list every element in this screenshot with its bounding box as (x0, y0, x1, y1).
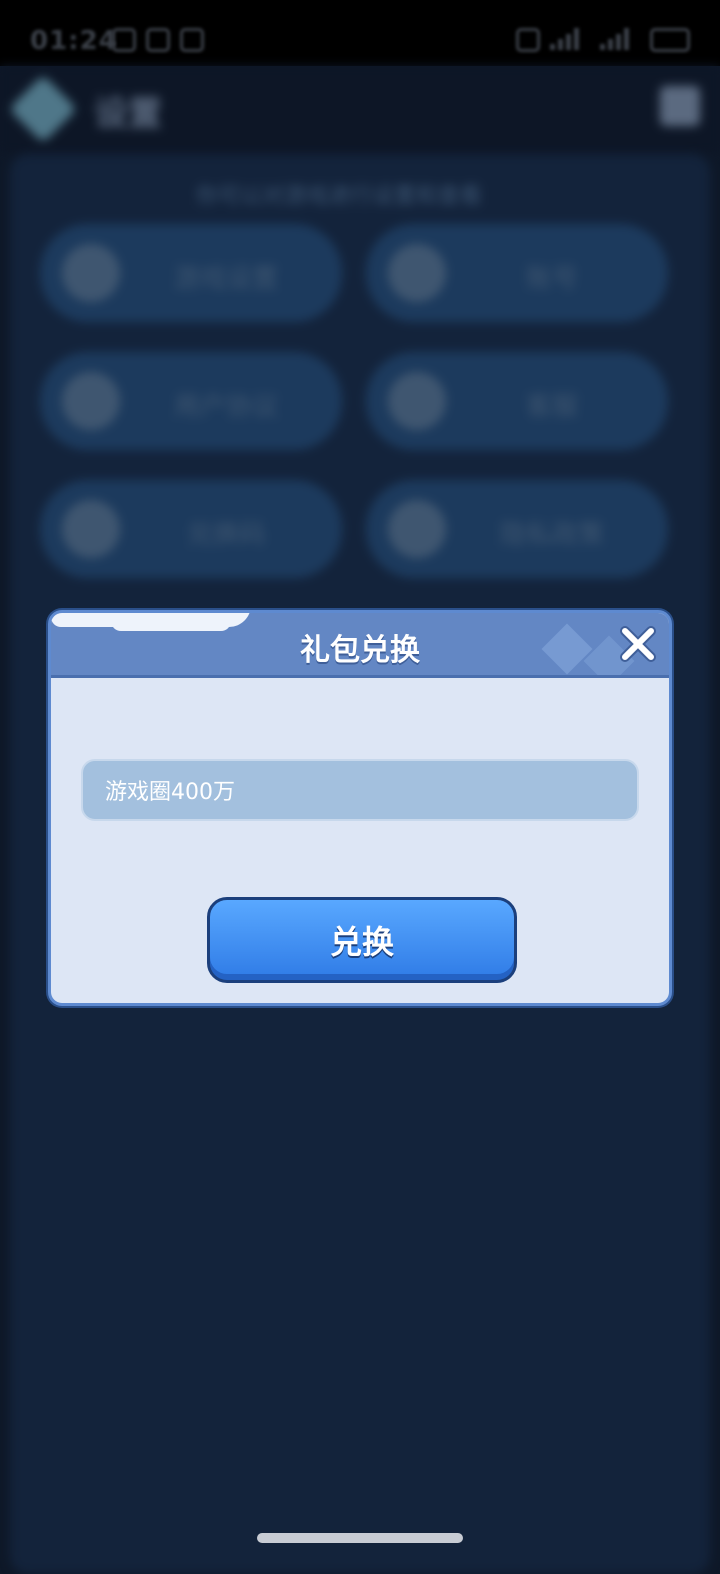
settings-logo-icon (8, 74, 78, 144)
tile-user-agreement: 用户协议 (40, 352, 342, 450)
redeem-code-input[interactable]: 游戏圈400万 (81, 759, 639, 821)
app-notification-icon (146, 28, 170, 52)
tile-redeem-code: 兑换码 (40, 480, 342, 578)
settings-header: 设置 (0, 66, 720, 152)
tile-account: 账号 (366, 224, 668, 322)
tile-label: 用户协议 (173, 392, 278, 422)
status-left-icons (112, 28, 204, 52)
tile-label: 隐私政策 (499, 520, 604, 550)
redeem-button[interactable]: 兑换 (207, 897, 517, 983)
dialog-title: 礼包兑换 (300, 633, 420, 668)
settings-title: 设置 (94, 94, 162, 134)
tile-privacy: 隐私政策 (366, 480, 668, 578)
dialog-header: 礼包兑换 (51, 613, 669, 678)
tile-label: 客服 (525, 392, 578, 422)
tile-support: 客服 (366, 352, 668, 450)
tile-label: 账号 (525, 264, 578, 294)
signal-icon (550, 28, 590, 50)
status-bar: 01:24 (0, 0, 720, 66)
tile-game-settings: 游戏设置 (40, 224, 342, 322)
status-time: 01:24 (30, 26, 118, 56)
status-right-icons (516, 28, 690, 52)
signal-icon (600, 28, 640, 50)
app-notification-icon (180, 28, 204, 52)
tile-label: 兑换码 (186, 520, 265, 550)
notification-icon (112, 28, 136, 52)
home-indicator[interactable] (257, 1533, 463, 1543)
tile-label: 游戏设置 (173, 264, 278, 294)
settings-subtitle: 你可以对游戏进行设置和查看 (196, 184, 483, 209)
battery-icon (650, 28, 690, 52)
close-button[interactable] (617, 623, 659, 665)
menu-icon (660, 86, 700, 126)
nfc-icon (516, 28, 540, 52)
gift-redeem-dialog: 礼包兑换 游戏圈400万 兑换 (48, 610, 672, 1006)
close-icon (620, 626, 656, 662)
